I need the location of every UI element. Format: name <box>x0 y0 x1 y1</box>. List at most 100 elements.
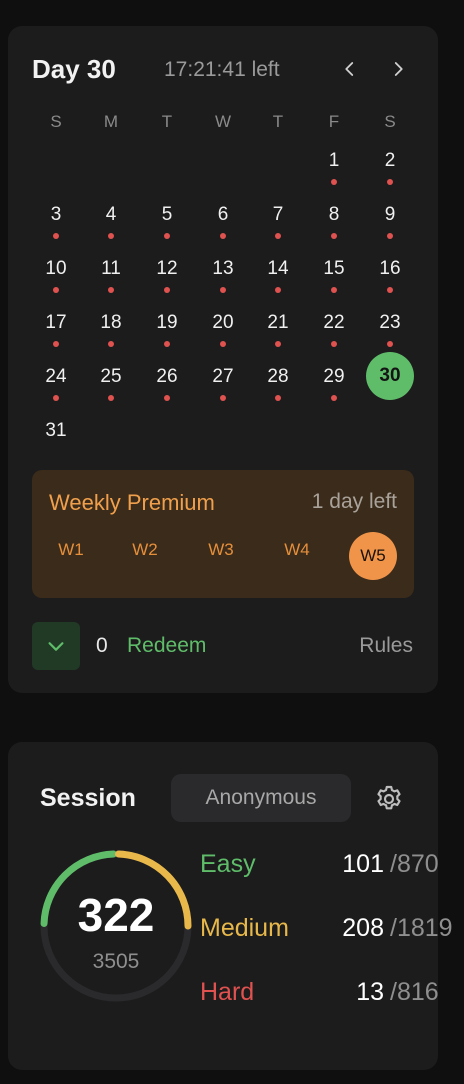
calendar-day[interactable]: 29 <box>312 366 356 410</box>
completion-dot <box>108 341 114 347</box>
session-settings-button[interactable] <box>373 783 405 815</box>
completion-dot <box>331 179 337 185</box>
completion-dot <box>275 287 281 293</box>
day-number: 11 <box>101 258 121 279</box>
difficulty-label-easy: Easy <box>200 850 256 878</box>
calendar-day[interactable]: 16 <box>368 258 412 302</box>
completion-dot <box>53 341 59 347</box>
calendar-day[interactable]: 28 <box>256 366 300 410</box>
calendar-day[interactable]: 17 <box>34 312 78 356</box>
calendar-day[interactable]: 1 <box>312 150 356 194</box>
weekday-label: M <box>103 112 119 131</box>
day-number: 3 <box>50 204 62 225</box>
completion-dot <box>164 287 170 293</box>
week-badge[interactable]: W2 <box>121 540 169 588</box>
calendar-day[interactable]: 23 <box>368 312 412 356</box>
weekday-label: T <box>272 112 284 131</box>
day-number: 27 <box>212 366 234 387</box>
chevron-left-icon <box>345 62 354 76</box>
calendar-day[interactable]: 26 <box>145 366 189 410</box>
completion-dot <box>331 341 337 347</box>
calendar-day[interactable]: 21 <box>256 312 300 356</box>
total-problem-count: 3505 <box>92 950 140 973</box>
chevron-down-icon <box>48 642 64 651</box>
next-month-button[interactable] <box>385 56 411 82</box>
weekly-premium-title: Weekly Premium <box>49 490 215 515</box>
calendar-day[interactable]: 19 <box>145 312 189 356</box>
previous-month-button[interactable] <box>337 56 363 82</box>
day-number: 22 <box>323 312 345 333</box>
day-number: 15 <box>323 258 345 279</box>
calendar-day[interactable]: 9 <box>368 204 412 248</box>
week-badge[interactable]: W5 <box>349 532 397 580</box>
completion-dot <box>331 395 337 401</box>
day-number: 5 <box>161 204 173 225</box>
week-badge[interactable]: W3 <box>197 540 245 588</box>
calendar-day[interactable]: 15 <box>312 258 356 302</box>
redeem-link[interactable]: Redeem <box>127 634 206 658</box>
completion-dot <box>164 395 170 401</box>
difficulty-total-count: /816 <box>390 978 439 1006</box>
calendar-day[interactable]: 5 <box>145 204 189 248</box>
completion-dot <box>53 233 59 239</box>
calendar-day[interactable]: 2 <box>368 150 412 194</box>
completion-dot <box>53 395 59 401</box>
weekday-label: S <box>384 112 396 131</box>
calendar-day[interactable]: 3 <box>34 204 78 248</box>
completion-dot <box>275 233 281 239</box>
calendar-day[interactable]: 25 <box>89 366 133 410</box>
completion-dot <box>164 233 170 239</box>
day-number: 9 <box>384 204 396 225</box>
calendar-day[interactable]: 31 <box>34 420 78 464</box>
day-number: 13 <box>212 258 234 279</box>
calendar-day[interactable]: 6 <box>201 204 245 248</box>
session-selector-button[interactable]: Anonymous <box>171 774 351 822</box>
calendar-day[interactable]: 8 <box>312 204 356 248</box>
day-number: 18 <box>100 312 122 333</box>
difficulty-label-medium: Medium <box>200 914 289 942</box>
calendar-day[interactable]: 24 <box>34 366 78 410</box>
calendar-day[interactable]: 7 <box>256 204 300 248</box>
expand-toggle-button[interactable] <box>32 622 80 670</box>
daily-calendar-card: Day 30 17:21:41 left SMTWTFS 1 2 3 4 5 6 7 8 9 10… <box>8 26 438 693</box>
session-progress-card: Session Anonymous 322 3505 Easy 101/870 Me… <box>8 742 453 1070</box>
calendar-day[interactable]: 13 <box>201 258 245 302</box>
calendar-day[interactable]: 10 <box>34 258 78 302</box>
calendar-day[interactable]: 27 <box>201 366 245 410</box>
calendar-day-today[interactable]: 30 <box>366 352 414 410</box>
week-badge[interactable]: W1 <box>47 540 95 588</box>
difficulty-label-hard: Hard <box>200 978 255 1006</box>
weekday-label: W <box>214 112 232 131</box>
completion-dot <box>220 233 226 239</box>
day-number: 21 <box>267 312 289 333</box>
day-number: 30 <box>366 352 414 400</box>
calendar-day[interactable]: 11 <box>89 258 133 302</box>
completion-dot <box>331 287 337 293</box>
calendar-time-left: 17:21:41 left <box>164 58 280 81</box>
weekly-premium-panel: Weekly Premium 1 day left W1 W2 W3 W4 W5 <box>32 470 414 598</box>
day-number: 20 <box>212 312 234 333</box>
calendar-day[interactable]: 4 <box>89 204 133 248</box>
day-number: 10 <box>45 258 67 279</box>
day-number: 19 <box>156 312 178 333</box>
difficulty-solved-count: 101 <box>342 850 384 878</box>
completion-dot <box>387 179 393 185</box>
calendar-day[interactable]: 14 <box>256 258 300 302</box>
calendar-day[interactable]: 12 <box>145 258 189 302</box>
calendar-day[interactable]: 18 <box>89 312 133 356</box>
completion-dot <box>220 341 226 347</box>
day-number: 14 <box>267 258 289 279</box>
day-number: 16 <box>379 258 401 279</box>
rules-link[interactable]: Rules <box>359 634 413 658</box>
difficulty-total-count: /1819 <box>390 914 453 942</box>
chevron-right-icon <box>394 62 403 76</box>
completion-dot <box>275 341 281 347</box>
completion-dot <box>275 395 281 401</box>
day-number: 26 <box>156 366 178 387</box>
day-number: 24 <box>45 366 67 387</box>
completion-dot <box>331 233 337 239</box>
calendar-day[interactable]: 22 <box>312 312 356 356</box>
day-number: 7 <box>272 204 284 225</box>
week-badge[interactable]: W4 <box>273 540 321 588</box>
calendar-day[interactable]: 20 <box>201 312 245 356</box>
